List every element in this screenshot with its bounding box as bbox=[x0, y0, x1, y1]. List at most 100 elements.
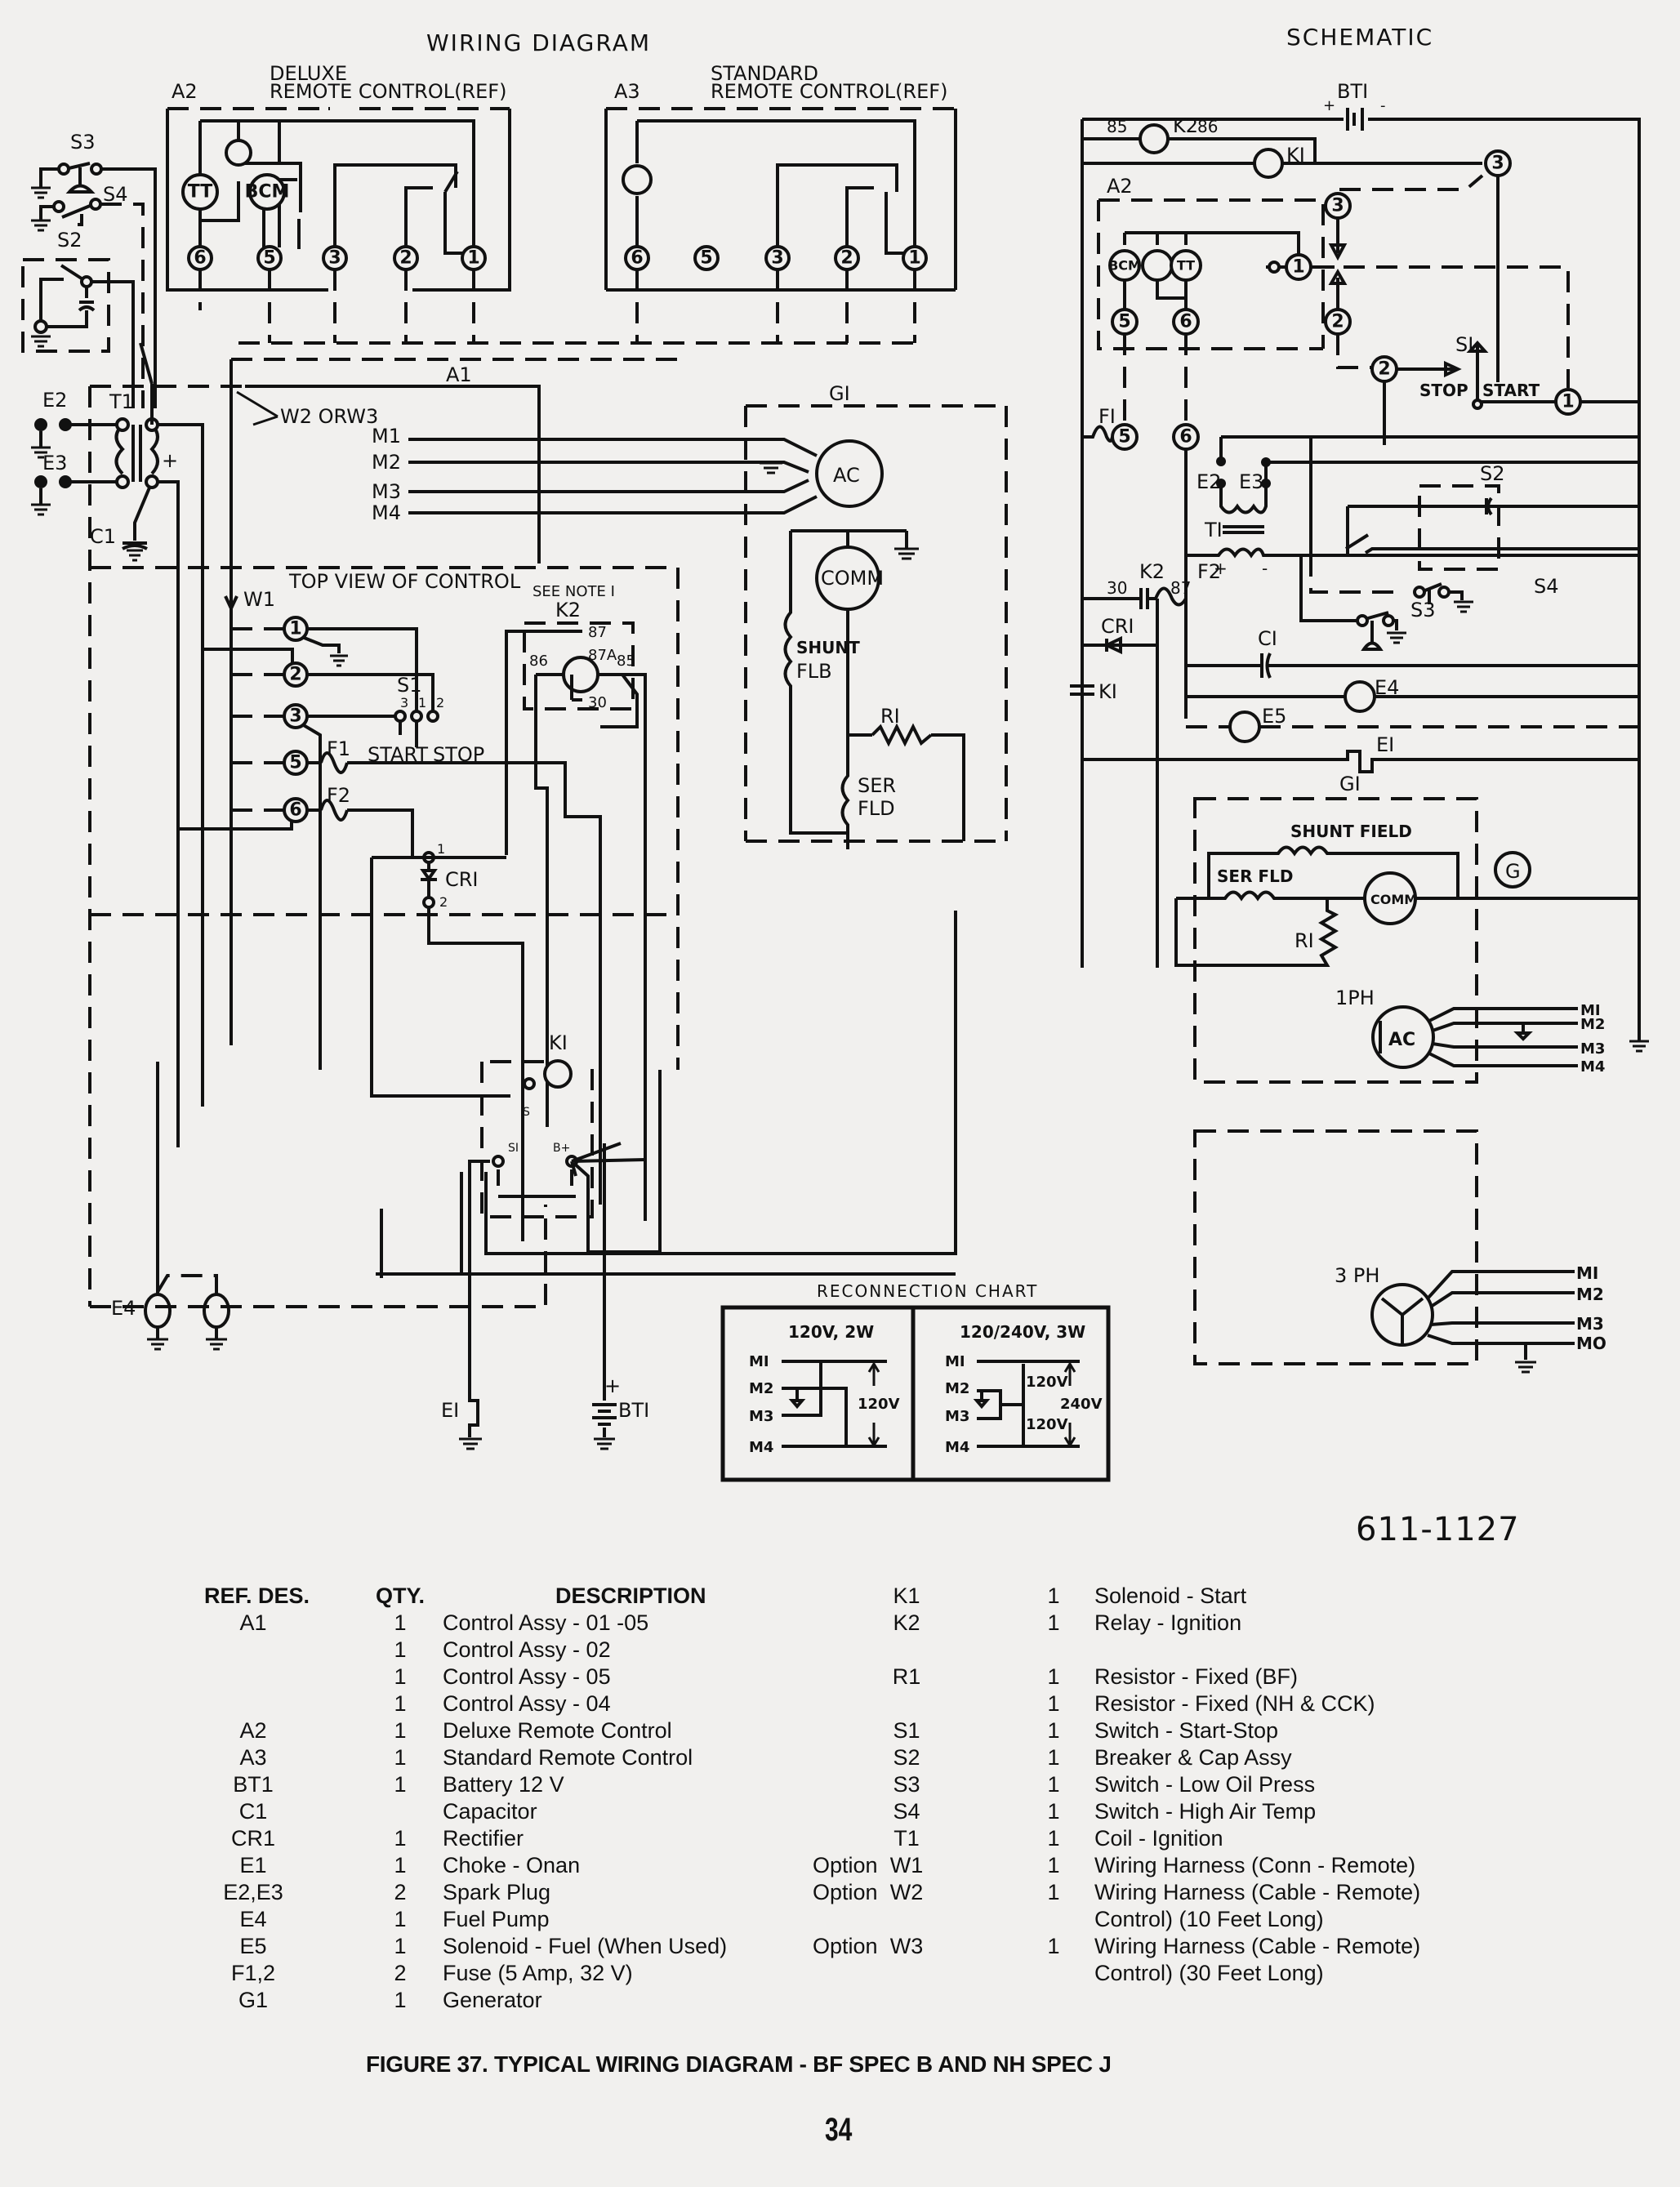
node-1-outer: 1 bbox=[1562, 392, 1574, 412]
part-qty: 1 bbox=[1047, 1610, 1060, 1635]
panel-2-lead-m3: M3 bbox=[945, 1408, 969, 1425]
part-option: Option bbox=[813, 1853, 878, 1877]
a2-terminal-2: 2 bbox=[399, 248, 412, 269]
output-m1: M1 bbox=[372, 425, 401, 448]
1ph-lead-m4: M4 bbox=[1580, 1058, 1605, 1076]
part-qty: 1 bbox=[1047, 1826, 1060, 1851]
part-description: Fuse (5 Amp, 32 V) bbox=[443, 1961, 633, 1985]
standard-remote-control: A3 STANDARD REMOTE CONTROL(REF) 6 5 3 2 … bbox=[238, 62, 957, 345]
bt1-minus: - bbox=[1380, 97, 1386, 114]
part-ref: W3 bbox=[889, 1934, 924, 1958]
k2-pin-87: 87 bbox=[588, 624, 607, 641]
part-description: Switch - Low Oil Press bbox=[1094, 1772, 1316, 1797]
s1-pin-2: 2 bbox=[436, 695, 444, 710]
c1-label: C1 bbox=[90, 525, 116, 548]
parts-row: S2 1 Breaker & Cap Assy bbox=[813, 1744, 1466, 1771]
s2-label: S2 bbox=[1480, 462, 1505, 485]
k2-pin-86: 86 bbox=[1197, 117, 1218, 136]
bt1-plus: + bbox=[1323, 97, 1335, 114]
part-ref: T1 bbox=[893, 1826, 920, 1851]
output-m4: M4 bbox=[372, 501, 401, 524]
comm-label: COMM bbox=[821, 567, 884, 590]
parts-row: Control) (10 Feet Long) bbox=[813, 1906, 1466, 1933]
parts-row bbox=[813, 1637, 1466, 1664]
bt1-label: BTI bbox=[618, 1399, 649, 1422]
part-ref: K1 bbox=[893, 1583, 920, 1608]
part-description: Fuel Pump bbox=[443, 1907, 550, 1931]
part-qty: 1 bbox=[1047, 1718, 1060, 1743]
start-label: START bbox=[1482, 381, 1540, 400]
lamp-icon bbox=[1141, 249, 1174, 282]
k1-contact-label: KI bbox=[1098, 680, 1117, 703]
part-description: Wiring Harness (Cable - Remote) bbox=[1094, 1880, 1421, 1904]
part-ref: W2 bbox=[889, 1880, 924, 1904]
panel-1-lead-m2: M2 bbox=[749, 1380, 773, 1397]
part-qty: 1 bbox=[394, 1637, 407, 1662]
part-description: Generator bbox=[443, 1988, 542, 2012]
part-qty: 1 bbox=[394, 1826, 407, 1851]
part-ref: A1 bbox=[239, 1610, 267, 1635]
node-1-inner: 1 bbox=[1292, 257, 1304, 278]
sensor-switches: S3 S4 S2 bbox=[21, 131, 157, 408]
part-description: Coil - Ignition bbox=[1094, 1826, 1223, 1851]
part-qty: 1 bbox=[394, 1664, 407, 1689]
part-description: Control Assy - 04 bbox=[443, 1691, 611, 1716]
panel-2-voltage-total: 240V bbox=[1060, 1396, 1103, 1413]
part-qty: 1 bbox=[394, 1718, 407, 1743]
bcm-gauge: BCM bbox=[245, 182, 290, 203]
g1-schematic-label: GI bbox=[1339, 773, 1361, 795]
part-ref: S2 bbox=[893, 1745, 920, 1770]
a3-terminal-6: 6 bbox=[631, 248, 643, 269]
a3-terminal-1: 1 bbox=[908, 248, 920, 269]
e3-label: E3 bbox=[42, 452, 67, 474]
parts-row: E2,E3 2 Spark Plug bbox=[204, 1879, 776, 1906]
bcm-gauge: BCM bbox=[1108, 258, 1141, 274]
k2-contact-label: K2 bbox=[1139, 560, 1165, 583]
control-terminal-2: 2 bbox=[289, 665, 301, 685]
part-option: Option bbox=[813, 1880, 878, 1904]
parts-row: E1 1 Choke - Onan bbox=[204, 1852, 776, 1879]
1ph-label: 1PH bbox=[1335, 987, 1375, 1009]
figure-caption: FIGURE 37. TYPICAL WIRING DIAGRAM - BF S… bbox=[366, 2051, 1112, 2077]
e2-label: E2 bbox=[42, 389, 67, 412]
parts-row: F1,2 2 Fuse (5 Amp, 32 V) bbox=[204, 1960, 776, 1987]
node-2-outer: 2 bbox=[1378, 359, 1390, 380]
part-qty: 1 bbox=[1047, 1799, 1060, 1824]
deluxe-remote-control: A2 DELUXE REMOTE CONTROL(REF) TT BCM 6 5… bbox=[166, 62, 511, 343]
parts-row: 1 Control Assy - 02 bbox=[204, 1637, 776, 1664]
parts-row: K2 1 Relay - Ignition bbox=[813, 1610, 1466, 1637]
k2-coil-label: K2 bbox=[1173, 114, 1198, 137]
a2-terminal-1: 1 bbox=[467, 248, 479, 269]
bt1-label: BTI bbox=[1337, 80, 1368, 103]
ser-fld-label: SER FLD bbox=[1217, 866, 1293, 886]
t1-label: TI bbox=[1204, 519, 1223, 541]
t1-label: T1 bbox=[109, 390, 134, 413]
f1-label: FI bbox=[1098, 405, 1116, 428]
cr1-pin-1: 1 bbox=[437, 841, 445, 857]
part-ref: G1 bbox=[238, 1988, 269, 2012]
harness-label: W2 ORW3 bbox=[280, 405, 378, 428]
s1-pin-3: 3 bbox=[400, 695, 408, 710]
stop-label: STOP bbox=[1419, 381, 1468, 400]
s3-label: S3 bbox=[1410, 599, 1436, 621]
part-ref: W1 bbox=[889, 1853, 924, 1877]
k1-label: KI bbox=[549, 1031, 568, 1054]
page-number: 34 bbox=[825, 2112, 853, 2148]
part-qty: 1 bbox=[394, 1853, 407, 1877]
part-ref: E5 bbox=[239, 1934, 267, 1958]
parts-row: K1 1 Solenoid - Start bbox=[813, 1583, 1466, 1610]
top-view-label: TOP VIEW OF CONTROL bbox=[288, 570, 521, 593]
part-description: Battery 12 V bbox=[443, 1772, 564, 1797]
part-description: Resistor - Fixed (BF) bbox=[1094, 1664, 1299, 1689]
part-ref: S1 bbox=[893, 1718, 920, 1743]
part-ref: F1,2 bbox=[230, 1961, 276, 1985]
reconnection-chart: RECONNECTION CHART 120V, 2W MI M2 M3 M4 … bbox=[720, 1281, 1111, 1482]
parts-list-left: REF. DES. QTY. DESCRIPTION A1 1 Control As… bbox=[204, 1583, 776, 2014]
part-description: Solenoid - Fuel (When Used) bbox=[443, 1934, 728, 1958]
s1-label: SI bbox=[1455, 333, 1473, 356]
a2-label: A2 bbox=[1107, 175, 1133, 198]
control-terminal-1: 1 bbox=[289, 619, 301, 639]
k2-pin-87a: 87A bbox=[588, 647, 617, 664]
part-qty: 1 bbox=[1047, 1745, 1060, 1770]
e5-label: E5 bbox=[1262, 705, 1286, 728]
